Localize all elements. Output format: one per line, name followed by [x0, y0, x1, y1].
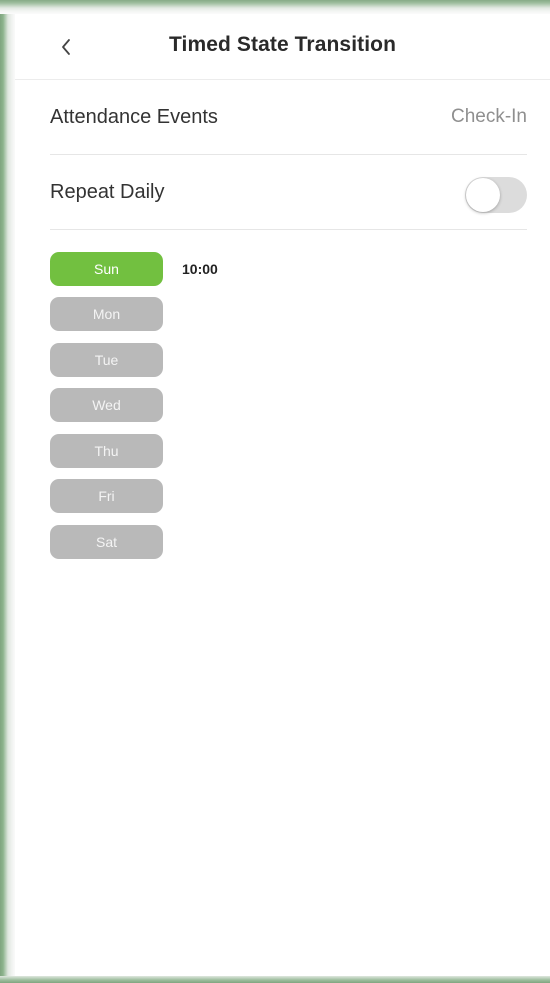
- attendance-events-row[interactable]: Attendance Events Check-In: [50, 80, 527, 155]
- toggle-knob: [466, 178, 500, 212]
- day-button-fri[interactable]: Fri: [50, 479, 163, 513]
- day-button-sat[interactable]: Sat: [50, 525, 163, 559]
- frame-border-top: [0, 0, 550, 14]
- repeat-daily-row: Repeat Daily: [50, 155, 527, 230]
- attendance-events-label: Attendance Events: [50, 106, 218, 128]
- header-bar: Timed State Transition: [15, 14, 550, 80]
- page-title: Timed State Transition: [168, 33, 397, 56]
- day-button-tue[interactable]: Tue: [50, 343, 163, 377]
- repeat-daily-toggle[interactable]: [465, 177, 527, 213]
- frame-border-left: [0, 0, 15, 983]
- device-frame: Timed State Transition Attendance Events…: [0, 0, 550, 983]
- repeat-daily-label: Repeat Daily: [50, 181, 165, 203]
- day-time-sun[interactable]: 10:00: [182, 252, 218, 286]
- screen: Timed State Transition Attendance Events…: [15, 14, 550, 976]
- day-button-thu[interactable]: Thu: [50, 434, 163, 468]
- day-button-sun[interactable]: Sun: [50, 252, 163, 286]
- attendance-events-value: Check-In: [450, 106, 527, 127]
- frame-border-bottom: [0, 976, 550, 983]
- day-button-wed[interactable]: Wed: [50, 388, 163, 422]
- day-button-mon[interactable]: Mon: [50, 297, 163, 331]
